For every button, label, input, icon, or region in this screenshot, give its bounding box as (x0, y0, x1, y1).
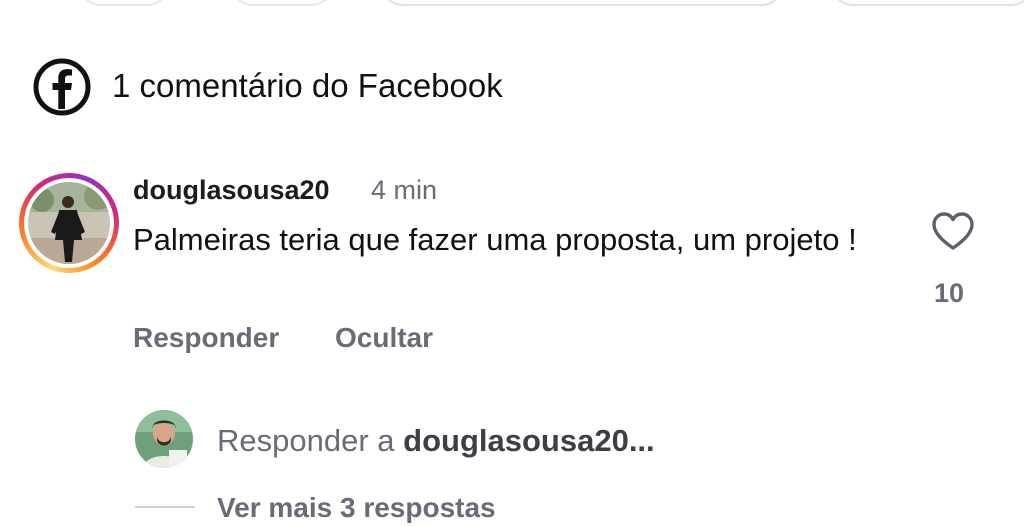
facebook-comments-label: 1 comentário do Facebook (112, 67, 503, 104)
facebook-icon (32, 57, 92, 117)
avatar[interactable] (19, 173, 119, 273)
reply-button[interactable]: Responder (133, 319, 279, 357)
current-user-avatar (135, 410, 193, 468)
top-chip[interactable] (830, 0, 1024, 6)
hide-button[interactable]: Ocultar (335, 319, 433, 357)
like-count: 10 (934, 278, 965, 308)
reply-input[interactable]: Responder a douglasousa20... (217, 421, 655, 461)
top-chip[interactable] (230, 0, 334, 6)
heart-icon[interactable] (930, 210, 976, 252)
top-chip[interactable] (78, 0, 170, 6)
comment-author[interactable]: douglasousa20 (133, 172, 330, 208)
comment-timestamp: 4 min (371, 175, 438, 205)
top-chip[interactable] (380, 0, 784, 6)
replies-divider (135, 506, 195, 508)
see-more-replies[interactable]: Ver mais 3 respostas (217, 490, 496, 526)
comment-text: Palmeiras teria que fazer uma proposta, … (133, 222, 857, 257)
